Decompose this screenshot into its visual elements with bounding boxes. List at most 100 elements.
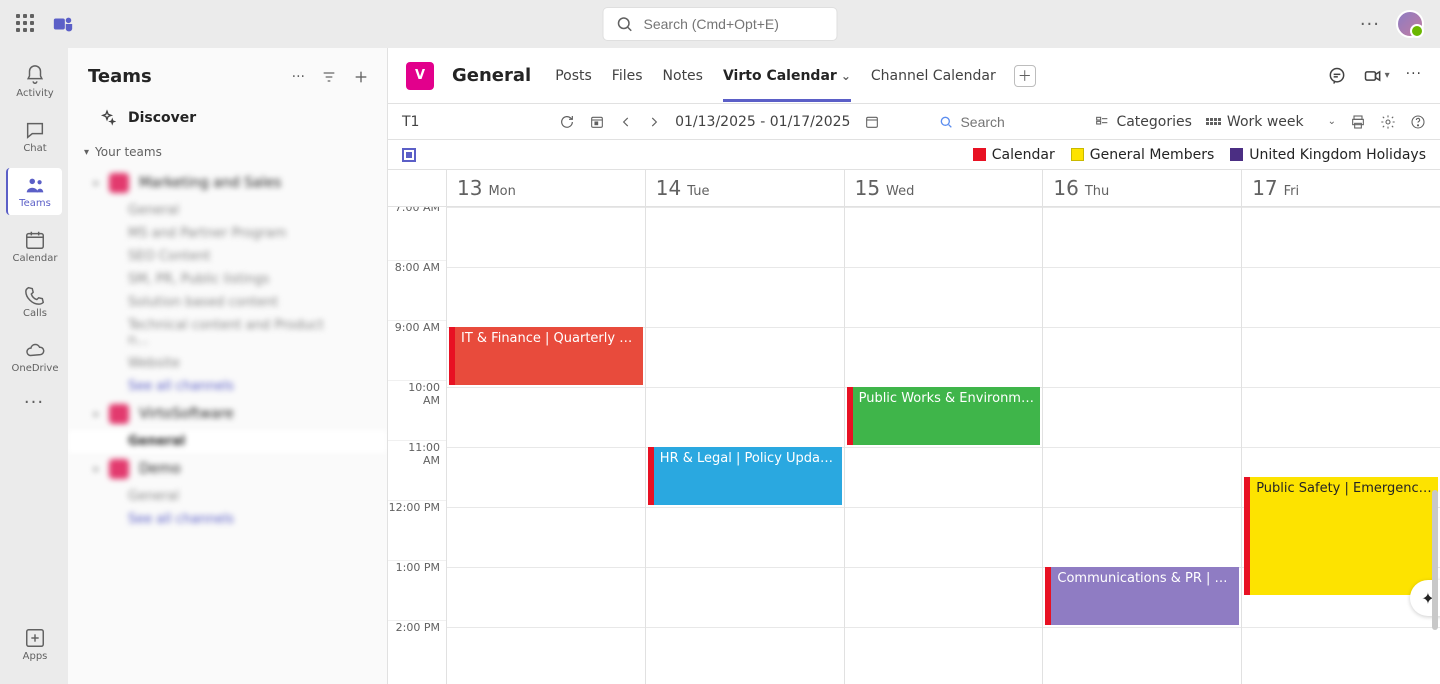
datepicker-icon[interactable] [864, 114, 880, 130]
calendar-event[interactable]: Communications & PR | Pr... [1045, 567, 1239, 625]
channel-item[interactable]: General [68, 430, 387, 453]
tab-files[interactable]: Files [612, 52, 643, 100]
today-icon[interactable] [589, 114, 605, 130]
channel-item[interactable]: See all channels [68, 375, 387, 398]
channel-item[interactable]: General [68, 485, 387, 508]
channel-item[interactable]: MS and Partner Program [68, 222, 387, 245]
print-icon[interactable] [1350, 114, 1366, 130]
more-icon[interactable]: ··· [1360, 14, 1380, 35]
meet-button[interactable]: ▾ [1363, 66, 1390, 86]
global-search[interactable] [604, 8, 837, 40]
channel-item[interactable]: Solution based content [68, 291, 387, 314]
channel-item[interactable]: Technical content and Product n... [68, 314, 387, 352]
channel-header: V General PostsFilesNotesVirto Calendar⌄… [388, 48, 1440, 104]
calendar-search-input[interactable] [960, 114, 1080, 130]
legend-item[interactable]: Calendar [973, 147, 1055, 163]
categories-button[interactable]: Categories [1094, 114, 1191, 130]
channel-item[interactable]: Website [68, 352, 387, 375]
filter-icon[interactable] [321, 69, 337, 85]
calendar-event[interactable]: Public Safety | Emergency ... [1244, 477, 1438, 595]
app-launcher-icon[interactable] [16, 14, 36, 34]
legend-item[interactable]: General Members [1071, 147, 1215, 163]
tab-posts[interactable]: Posts [555, 52, 592, 100]
calendar-name: T1 [402, 114, 419, 130]
search-icon [938, 114, 954, 130]
discover-button[interactable]: Discover [68, 99, 387, 137]
calendar-search[interactable] [938, 114, 1080, 130]
app-rail: Activity Chat Teams Calendar Calls OneDr… [0, 48, 68, 684]
day-column[interactable]: IT & Finance | Quarterly B... [446, 207, 645, 684]
team-item[interactable]: ▸Marketing and Sales [68, 167, 387, 199]
bell-icon [24, 64, 46, 86]
channel-item[interactable]: General [68, 199, 387, 222]
help-icon[interactable] [1410, 114, 1426, 130]
calendar-event[interactable]: IT & Finance | Quarterly B... [449, 327, 643, 385]
team-item[interactable]: ▸VirtoSoftware [68, 398, 387, 430]
conversation-icon[interactable] [1327, 66, 1347, 86]
time-label: 2:00 PM [388, 620, 446, 680]
teams-logo-icon [52, 13, 74, 35]
rail-teams[interactable]: Teams [6, 168, 62, 215]
day-column[interactable]: Communications & PR | Pr... [1042, 207, 1241, 684]
teams-sidebar: Teams ··· Discover ▾Your teams ▸Marketin… [68, 48, 388, 684]
chevron-down-icon: ▾ [1385, 70, 1390, 81]
calendar-event[interactable]: HR & Legal | Policy Updat... [648, 447, 842, 505]
phone-icon [24, 284, 46, 306]
channel-more-icon[interactable]: ··· [1406, 66, 1422, 86]
day-header: 13Mon [446, 170, 645, 206]
day-header: 17Fri [1241, 170, 1440, 206]
apps-icon [24, 627, 46, 649]
global-search-input[interactable] [644, 16, 825, 32]
chevron-down-icon: ⌄ [841, 69, 851, 83]
calendar-icon [24, 229, 46, 251]
day-column[interactable]: Public Works & Environme... [844, 207, 1043, 684]
video-icon [1363, 66, 1383, 86]
refresh-icon[interactable] [559, 114, 575, 130]
channel-item[interactable]: SEO Content [68, 245, 387, 268]
rail-calls[interactable]: Calls [6, 278, 62, 325]
time-label: 12:00 PM [388, 500, 446, 560]
legend-item[interactable]: United Kingdom Holidays [1230, 147, 1426, 163]
rail-chat[interactable]: Chat [6, 113, 62, 160]
sparkle-icon [98, 109, 116, 127]
channel-item[interactable]: See all channels [68, 508, 387, 531]
prev-icon[interactable] [619, 115, 633, 129]
channel-badge: V [406, 62, 434, 90]
next-icon[interactable] [647, 115, 661, 129]
rail-onedrive[interactable]: OneDrive [6, 333, 62, 380]
rail-activity[interactable]: Activity [6, 58, 62, 105]
sidebar-title: Teams [88, 66, 152, 87]
grid-icon [1206, 118, 1221, 125]
sidebar-more-icon[interactable]: ··· [292, 69, 305, 85]
day-header: 14Tue [645, 170, 844, 206]
day-column[interactable]: HR & Legal | Policy Updat... [645, 207, 844, 684]
calendar-event[interactable]: Public Works & Environme... [847, 387, 1041, 445]
select-all-checkbox[interactable] [402, 148, 416, 162]
tab-notes[interactable]: Notes [663, 52, 703, 100]
rail-more[interactable]: ··· [24, 392, 44, 413]
time-label: 11:00 AM [388, 440, 446, 500]
day-column[interactable]: Public Safety | Emergency ... [1241, 207, 1440, 684]
scrollbar[interactable] [1432, 490, 1438, 630]
add-team-icon[interactable] [353, 69, 369, 85]
settings-icon[interactable] [1380, 114, 1396, 130]
rail-calendar[interactable]: Calendar [6, 223, 62, 270]
channel-item[interactable]: SM, PR, Public listings [68, 268, 387, 291]
view-selector[interactable]: Work week ⌄ [1206, 114, 1336, 130]
time-label: 1:00 PM [388, 560, 446, 620]
time-label: 9:00 AM [388, 320, 446, 380]
tab-channel-calendar[interactable]: Channel Calendar [871, 52, 996, 100]
titlebar: ··· [0, 0, 1440, 48]
add-tab-button[interactable]: ＋ [1014, 65, 1036, 87]
rail-apps[interactable]: Apps [6, 621, 62, 668]
your-teams-label[interactable]: ▾Your teams [68, 137, 387, 167]
date-range: 01/13/2025 - 01/17/2025 [675, 114, 850, 130]
legend-bar: Calendar General Members United Kingdom Ho… [388, 140, 1440, 170]
chat-icon [24, 119, 46, 141]
day-header: 16Thu [1042, 170, 1241, 206]
tab-virto-calendar[interactable]: Virto Calendar⌄ [723, 52, 851, 100]
time-label: 10:00 AM [388, 380, 446, 440]
team-item[interactable]: ▸Demo [68, 453, 387, 485]
avatar[interactable] [1396, 10, 1424, 38]
main-content: V General PostsFilesNotesVirto Calendar⌄… [388, 48, 1440, 684]
